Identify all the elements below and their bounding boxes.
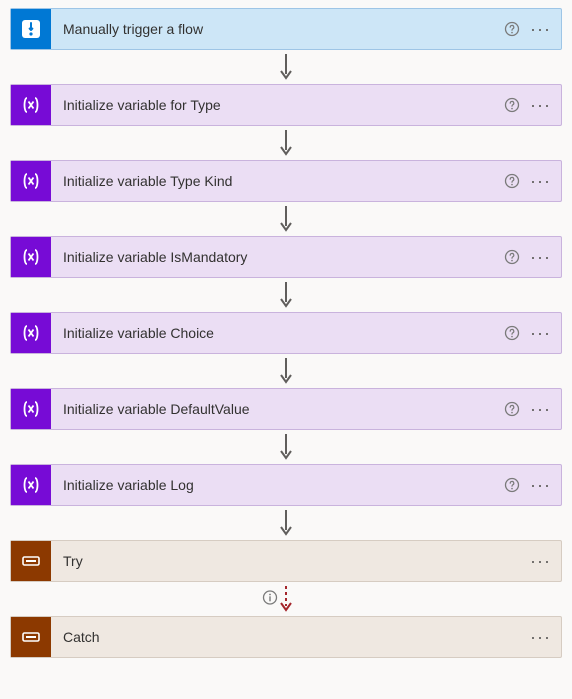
flow-step-0[interactable]: Manually trigger a flow ··· <box>10 8 562 50</box>
flow-step-3[interactable]: Initialize variable IsMandatory ··· <box>10 236 562 278</box>
more-menu-icon[interactable]: ··· <box>530 552 551 570</box>
more-menu-icon[interactable]: ··· <box>530 172 551 190</box>
step-actions: ··· <box>504 172 561 190</box>
flow-step-7[interactable]: Try ··· <box>10 540 562 582</box>
variable-icon <box>11 389 51 429</box>
step-title: Initialize variable Type Kind <box>51 173 504 189</box>
variable-icon <box>11 465 51 505</box>
variable-icon <box>11 313 51 353</box>
more-menu-icon[interactable]: ··· <box>530 628 551 646</box>
help-icon[interactable] <box>504 97 520 113</box>
flow-step-1[interactable]: Initialize variable for Type ··· <box>10 84 562 126</box>
step-title: Initialize variable IsMandatory <box>51 249 504 265</box>
step-actions: ··· <box>504 476 561 494</box>
step-title: Try <box>51 553 530 569</box>
more-menu-icon[interactable]: ··· <box>530 96 551 114</box>
connector-arrow <box>10 278 562 312</box>
step-title: Initialize variable Log <box>51 477 504 493</box>
variable-icon <box>11 161 51 201</box>
variable-icon <box>11 237 51 277</box>
step-actions: ··· <box>530 552 561 570</box>
connector-arrow <box>10 50 562 84</box>
connector-arrow <box>10 202 562 236</box>
step-actions: ··· <box>530 628 561 646</box>
help-icon[interactable] <box>504 173 520 189</box>
more-menu-icon[interactable]: ··· <box>530 324 551 342</box>
help-icon[interactable] <box>504 325 520 341</box>
flow-step-5[interactable]: Initialize variable DefaultValue ··· <box>10 388 562 430</box>
help-icon[interactable] <box>504 21 520 37</box>
step-actions: ··· <box>504 324 561 342</box>
connector-arrow <box>10 126 562 160</box>
connector-arrow <box>10 430 562 464</box>
flow-step-6[interactable]: Initialize variable Log ··· <box>10 464 562 506</box>
more-menu-icon[interactable]: ··· <box>530 400 551 418</box>
connector-arrow <box>10 354 562 388</box>
connector-arrow <box>10 506 562 540</box>
step-actions: ··· <box>504 20 561 38</box>
step-title: Catch <box>51 629 530 645</box>
flow-step-2[interactable]: Initialize variable Type Kind ··· <box>10 160 562 202</box>
scope-icon <box>11 617 51 657</box>
step-actions: ··· <box>504 400 561 418</box>
flow-canvas: Manually trigger a flow ··· Initialize v… <box>8 8 564 658</box>
step-title: Manually trigger a flow <box>51 21 504 37</box>
flow-step-8[interactable]: Catch ··· <box>10 616 562 658</box>
step-title: Initialize variable for Type <box>51 97 504 113</box>
flow-step-4[interactable]: Initialize variable Choice ··· <box>10 312 562 354</box>
variable-icon <box>11 85 51 125</box>
step-title: Initialize variable Choice <box>51 325 504 341</box>
help-icon[interactable] <box>504 249 520 265</box>
step-actions: ··· <box>504 248 561 266</box>
step-title: Initialize variable DefaultValue <box>51 401 504 417</box>
help-icon[interactable] <box>504 401 520 417</box>
run-after-info-icon[interactable] <box>262 590 278 609</box>
manual-trigger-icon <box>11 9 51 49</box>
connector-run-after <box>10 582 562 616</box>
more-menu-icon[interactable]: ··· <box>530 476 551 494</box>
more-menu-icon[interactable]: ··· <box>530 20 551 38</box>
step-actions: ··· <box>504 96 561 114</box>
more-menu-icon[interactable]: ··· <box>530 248 551 266</box>
scope-icon <box>11 541 51 581</box>
help-icon[interactable] <box>504 477 520 493</box>
